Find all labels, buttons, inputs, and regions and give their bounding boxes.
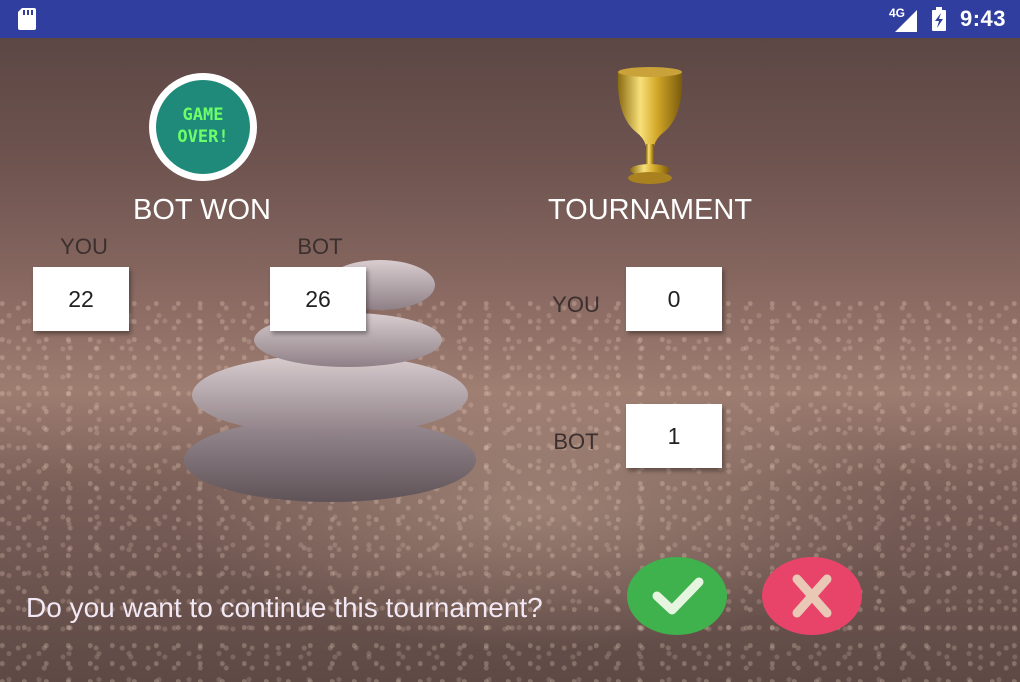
- you-label: YOU: [60, 234, 108, 259]
- status-bar: 4G 9:43: [0, 0, 1020, 38]
- battery-icon: [932, 7, 946, 31]
- game-over-badge: GAME OVER!: [149, 73, 257, 181]
- continue-no-button[interactable]: [762, 557, 862, 635]
- badge-text-over: OVER!: [177, 127, 228, 147]
- clock: 9:43: [960, 6, 1007, 31]
- bot-label: BOT: [297, 234, 343, 259]
- x-icon: [792, 574, 832, 618]
- tournament-title: TOURNAMENT: [547, 194, 753, 226]
- tournament-you-label: YOU: [552, 292, 600, 317]
- tournament-bot-score-box: 1: [626, 404, 722, 468]
- continue-yes-button[interactable]: [627, 557, 727, 635]
- tournament-bot-label: BOT: [553, 429, 599, 454]
- background-glitter: [0, 300, 1020, 682]
- trophy-icon: [617, 67, 683, 184]
- result-title: BOT WON: [132, 194, 272, 226]
- you-score-box: 22: [33, 267, 129, 331]
- sd-card-icon: [18, 8, 36, 30]
- signal-icon: [895, 10, 917, 32]
- badge-text-game: GAME: [183, 105, 224, 125]
- tournament-you-score-box: 0: [626, 267, 722, 331]
- checkmark-icon: [652, 577, 704, 615]
- bot-score-box: 26: [270, 267, 366, 331]
- continue-question: Do you want to continue this tournament?: [26, 592, 543, 623]
